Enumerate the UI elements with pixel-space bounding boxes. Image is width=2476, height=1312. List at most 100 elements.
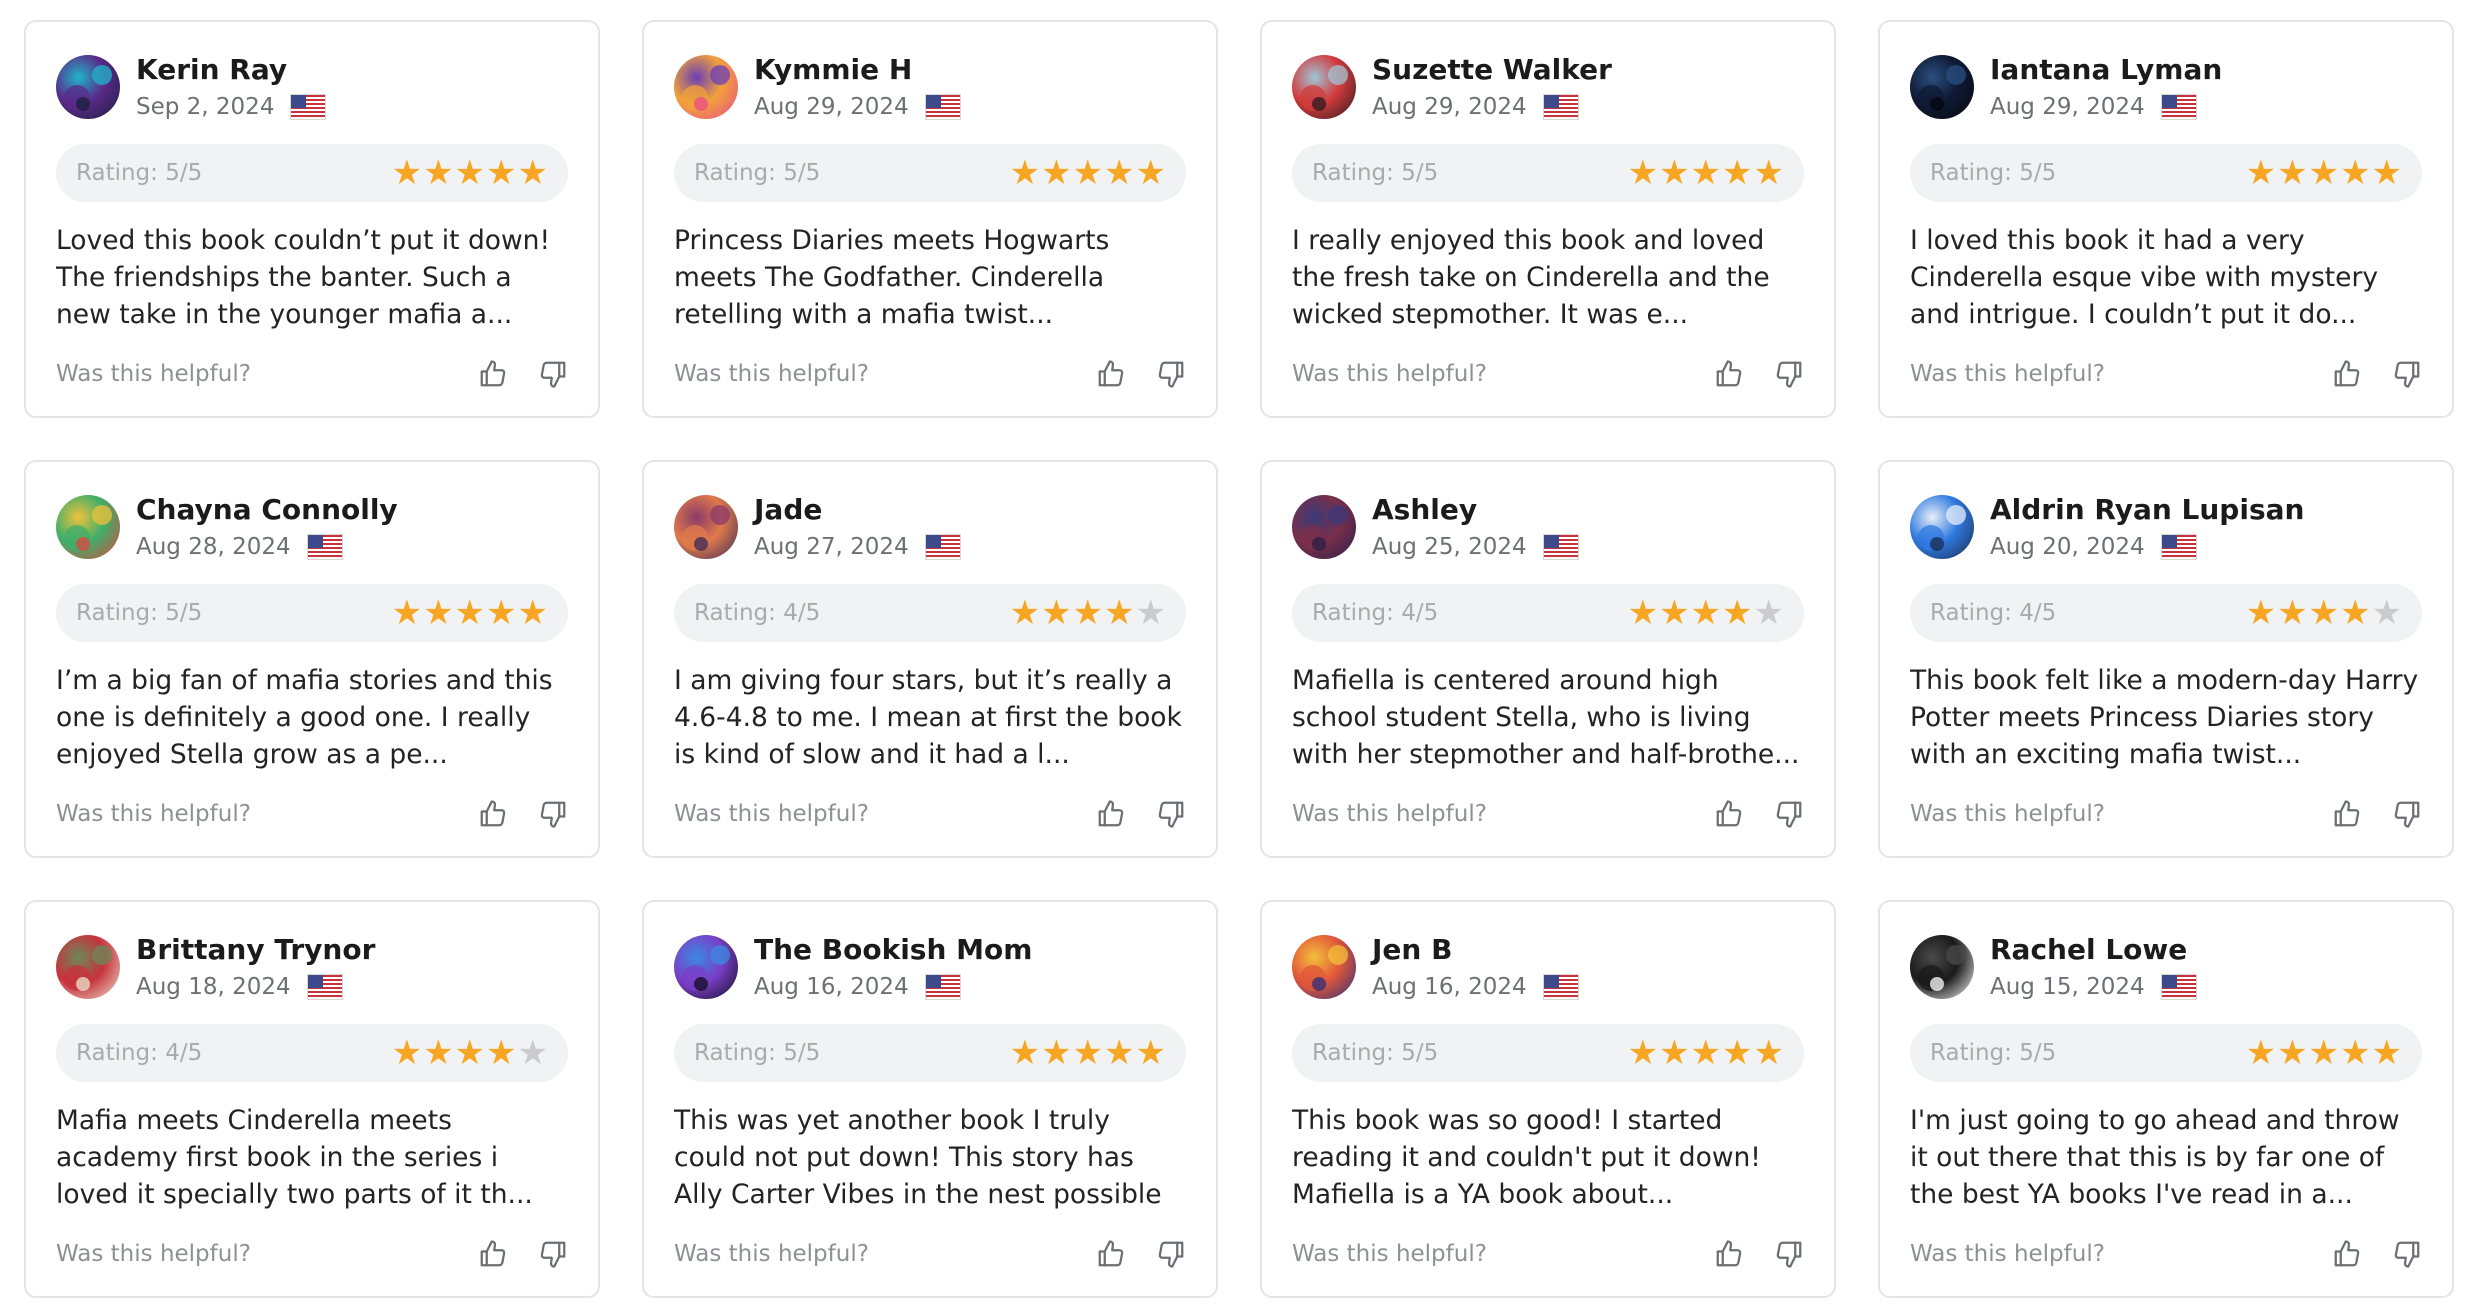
reviewer-info: Iantana Lyman Aug 29, 2024: [1990, 52, 2222, 122]
star-icon: ★: [1009, 1033, 1041, 1073]
thumbs-up-icon[interactable]: [1714, 799, 1744, 829]
star-icon: ★: [1627, 153, 1659, 193]
review-footer: Was this helpful?: [1910, 799, 2422, 829]
review-meta: Aug 25, 2024: [1372, 532, 1579, 562]
avatar: [56, 495, 120, 559]
star-icon: ★: [1104, 1033, 1135, 1073]
review-excerpt: This book was so good! I started reading…: [1292, 1105, 1761, 1210]
rating-bar: Rating: 5/5 ★ ★ ★ ★ ★: [1910, 144, 2422, 202]
review-text: This book was so good! I started reading…: [1292, 1102, 1804, 1213]
review-footer: Was this helpful?: [1292, 359, 1804, 389]
avatar: [1292, 495, 1356, 559]
thumbs-down-icon[interactable]: [1774, 359, 1804, 389]
thumbs-down-icon[interactable]: [1156, 799, 1186, 829]
rating-bar: Rating: 5/5 ★ ★ ★ ★ ★: [1910, 1024, 2422, 1082]
review-footer: Was this helpful?: [674, 359, 1186, 389]
thumbs-up-icon[interactable]: [1096, 799, 1126, 829]
thumbs-up-icon[interactable]: [2332, 1239, 2362, 1269]
feedback-buttons: [448, 359, 568, 389]
thumbs-down-icon[interactable]: [1156, 359, 1186, 389]
review-footer: Was this helpful?: [56, 799, 568, 829]
star-rating: ★ ★ ★ ★ ★: [391, 596, 548, 630]
review-card: Chayna Connolly Aug 28, 2024 Rating: 5/5…: [24, 460, 600, 858]
thumbs-up-icon[interactable]: [478, 359, 508, 389]
review-excerpt: I really enjoyed this book and loved the…: [1292, 225, 1770, 330]
review-meta: Aug 15, 2024: [1990, 972, 2197, 1002]
thumbs-down-icon[interactable]: [1774, 1239, 1804, 1269]
rating-bar: Rating: 5/5 ★ ★ ★ ★ ★: [674, 1024, 1186, 1082]
thumbs-up-icon[interactable]: [1714, 359, 1744, 389]
reviewer-name: Chayna Connolly: [136, 493, 398, 526]
star-icon: ★: [2277, 1033, 2308, 1073]
helpful-prompt: Was this helpful?: [1292, 801, 1487, 827]
thumbs-down-icon[interactable]: [2392, 1239, 2422, 1269]
avatar: [674, 495, 738, 559]
star-icon: ★: [454, 1033, 486, 1073]
thumbs-up-icon[interactable]: [478, 799, 508, 829]
thumbs-down-icon[interactable]: [538, 359, 568, 389]
star-icon: ★: [517, 153, 548, 193]
thumbs-down-icon[interactable]: [1156, 1239, 1186, 1269]
feedback-buttons: [448, 1239, 568, 1269]
review-header: Jade Aug 27, 2024: [674, 492, 1186, 562]
reviewer-name: Suzette Walker: [1372, 53, 1612, 86]
us-flag-icon: [2160, 534, 2197, 560]
feedback-buttons: [1684, 1239, 1804, 1269]
feedback-buttons: [2302, 359, 2422, 389]
review-card: Suzette Walker Aug 29, 2024 Rating: 5/5 …: [1260, 20, 1836, 418]
helpful-prompt: Was this helpful?: [674, 361, 869, 387]
review-meta: Aug 27, 2024: [754, 532, 961, 562]
helpful-prompt: Was this helpful?: [1910, 801, 2105, 827]
us-flag-icon: [924, 534, 961, 560]
thumbs-down-icon[interactable]: [1774, 799, 1804, 829]
review-card: Kerin Ray Sep 2, 2024 Rating: 5/5 ★ ★ ★ ★ ★ …: [24, 20, 600, 418]
rating-bar: Rating: 4/5 ★ ★ ★ ★ ★: [56, 1024, 568, 1082]
star-rating: ★ ★ ★ ★ ★: [1627, 156, 1784, 190]
star-icon: ★: [423, 1033, 454, 1073]
review-header: Kerin Ray Sep 2, 2024: [56, 52, 568, 122]
thumbs-up-icon[interactable]: [1714, 1239, 1744, 1269]
review-header: Kymmie H Aug 29, 2024: [674, 52, 1186, 122]
review-text: I loved this book it had a very Cinderel…: [1910, 222, 2422, 333]
rating-label: Rating: 5/5: [1312, 160, 1439, 186]
reviewer-name: Brittany Trynor: [136, 933, 376, 966]
thumbs-down-icon[interactable]: [2392, 359, 2422, 389]
review-date: Aug 18, 2024: [136, 974, 291, 1000]
feedback-buttons: [2302, 1239, 2422, 1269]
review-meta: Aug 16, 2024: [1372, 972, 1579, 1002]
review-text: Mafia meets Cinderella meets academy fir…: [56, 1102, 568, 1213]
review-text: This book felt like a modern-day Harry P…: [1910, 662, 2422, 773]
review-date: Aug 20, 2024: [1990, 534, 2145, 560]
rating-label: Rating: 4/5: [1930, 600, 2057, 626]
review-excerpt: Loved this book couldn’t put it down! Th…: [56, 225, 551, 330]
us-flag-icon: [1542, 534, 1579, 560]
star-icon: ★: [1135, 153, 1166, 193]
review-date: Aug 16, 2024: [1372, 974, 1527, 1000]
star-rating: ★ ★ ★ ★ ★: [1009, 596, 1166, 630]
thumbs-up-icon[interactable]: [1096, 1239, 1126, 1269]
star-icon: ★: [1072, 153, 1104, 193]
review-text: Princess Diaries meets Hogwarts meets Th…: [674, 222, 1186, 333]
reviewer-info: Jen B Aug 16, 2024: [1372, 932, 1579, 1002]
review-header: Iantana Lyman Aug 29, 2024: [1910, 52, 2422, 122]
review-meta: Aug 29, 2024: [754, 92, 961, 122]
star-icon: ★: [454, 593, 486, 633]
star-icon: ★: [1104, 153, 1135, 193]
thumbs-down-icon[interactable]: [538, 1239, 568, 1269]
review-meta: Aug 16, 2024: [754, 972, 1032, 1002]
thumbs-down-icon[interactable]: [538, 799, 568, 829]
helpful-prompt: Was this helpful?: [1910, 361, 2105, 387]
thumbs-up-icon[interactable]: [478, 1239, 508, 1269]
review-meta: Aug 29, 2024: [1372, 92, 1612, 122]
thumbs-up-icon[interactable]: [2332, 359, 2362, 389]
review-footer: Was this helpful?: [56, 359, 568, 389]
helpful-prompt: Was this helpful?: [674, 1241, 869, 1267]
us-flag-icon: [290, 94, 327, 120]
thumbs-up-icon[interactable]: [2332, 799, 2362, 829]
star-icon: ★: [1072, 1033, 1104, 1073]
review-card: Rachel Lowe Aug 15, 2024 Rating: 5/5 ★ ★ ★…: [1878, 900, 2454, 1298]
thumbs-up-icon[interactable]: [1096, 359, 1126, 389]
thumbs-down-icon[interactable]: [2392, 799, 2422, 829]
review-text: I'm just going to go ahead and throw it …: [1910, 1102, 2422, 1213]
reviews-grid: Kerin Ray Sep 2, 2024 Rating: 5/5 ★ ★ ★ ★ ★ …: [24, 20, 2454, 1298]
